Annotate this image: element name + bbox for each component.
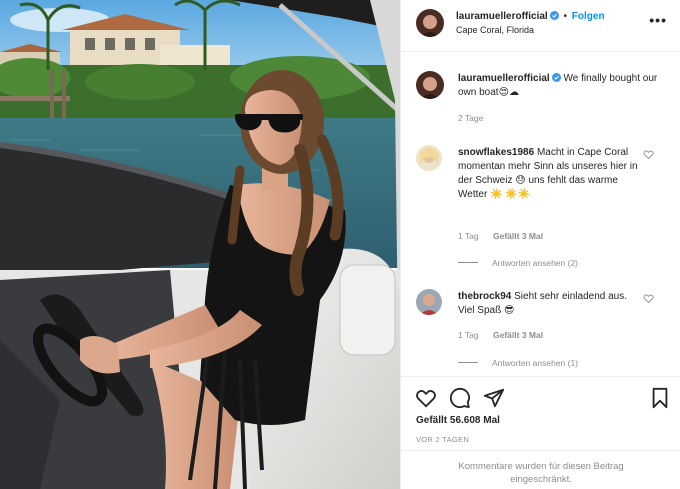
like-comment-heart-icon[interactable] — [643, 149, 654, 160]
comment-username[interactable]: thebrock94 — [458, 291, 511, 302]
share-send-icon[interactable] — [483, 387, 505, 409]
view-replies-button[interactable]: Antworten ansehen (2) — [458, 258, 578, 268]
comments-closed-text: Kommentare wurden für diesen Beitrag ein… — [458, 461, 624, 485]
comment-bubble-icon[interactable] — [449, 387, 471, 409]
post-detail-panel: lauramuellerofficial • Folgen Cape Coral… — [400, 0, 680, 489]
author-username[interactable]: lauramuellerofficial — [456, 11, 548, 22]
caption-avatar[interactable] — [416, 71, 444, 99]
comment-time[interactable]: 1 Tag — [458, 330, 479, 340]
comment-likes[interactable]: Gefällt 3 Mal — [493, 330, 543, 340]
more-options-icon[interactable]: ••• — [649, 12, 667, 28]
post-actions: Gefällt 56.608 Mal VOR 2 TAGEN Kommentar… — [401, 376, 680, 489]
verified-badge-icon — [549, 11, 559, 20]
caption-username[interactable]: lauramuellerofficial — [458, 73, 550, 84]
author-avatar[interactable] — [416, 9, 444, 37]
save-bookmark-icon[interactable] — [649, 387, 671, 409]
view-replies-label: Antworten ansehen (2) — [492, 258, 578, 268]
like-comment-heart-icon[interactable] — [643, 293, 654, 304]
post-date[interactable]: VOR 2 TAGEN — [416, 435, 469, 444]
post-photo[interactable] — [0, 0, 400, 489]
comment-time[interactable]: 1 Tag — [458, 231, 479, 241]
post-header: lauramuellerofficial • Folgen Cape Coral… — [401, 0, 680, 52]
replies-dash — [458, 262, 478, 263]
like-heart-icon[interactable] — [415, 387, 437, 409]
comment-username[interactable]: snowflakes1986 — [458, 147, 534, 158]
replies-dash — [458, 362, 478, 363]
post-likes-count[interactable]: Gefällt 56.608 Mal — [416, 415, 500, 426]
commenter-avatar[interactable] — [416, 289, 442, 315]
comment-likes[interactable]: Gefällt 3 Mal — [493, 231, 543, 241]
post-location[interactable]: Cape Coral, Florida — [456, 25, 534, 35]
view-replies-button[interactable]: Antworten ansehen (1) — [458, 358, 578, 368]
comments-closed-notice: Kommentare wurden für diesen Beitrag ein… — [401, 450, 680, 489]
verified-badge-icon — [551, 73, 561, 82]
separator-dot: • — [563, 11, 567, 22]
comment-meta: 1 Tag Gefällt 3 Mal — [458, 330, 555, 340]
caption-time[interactable]: 2 Tage — [458, 113, 483, 123]
view-replies-label: Antworten ansehen (1) — [492, 358, 578, 368]
boat-photo-image — [0, 0, 400, 489]
commenter-avatar[interactable] — [416, 145, 442, 171]
follow-button[interactable]: Folgen — [572, 11, 605, 22]
comment-meta: 1 Tag Gefällt 3 Mal — [458, 231, 555, 241]
